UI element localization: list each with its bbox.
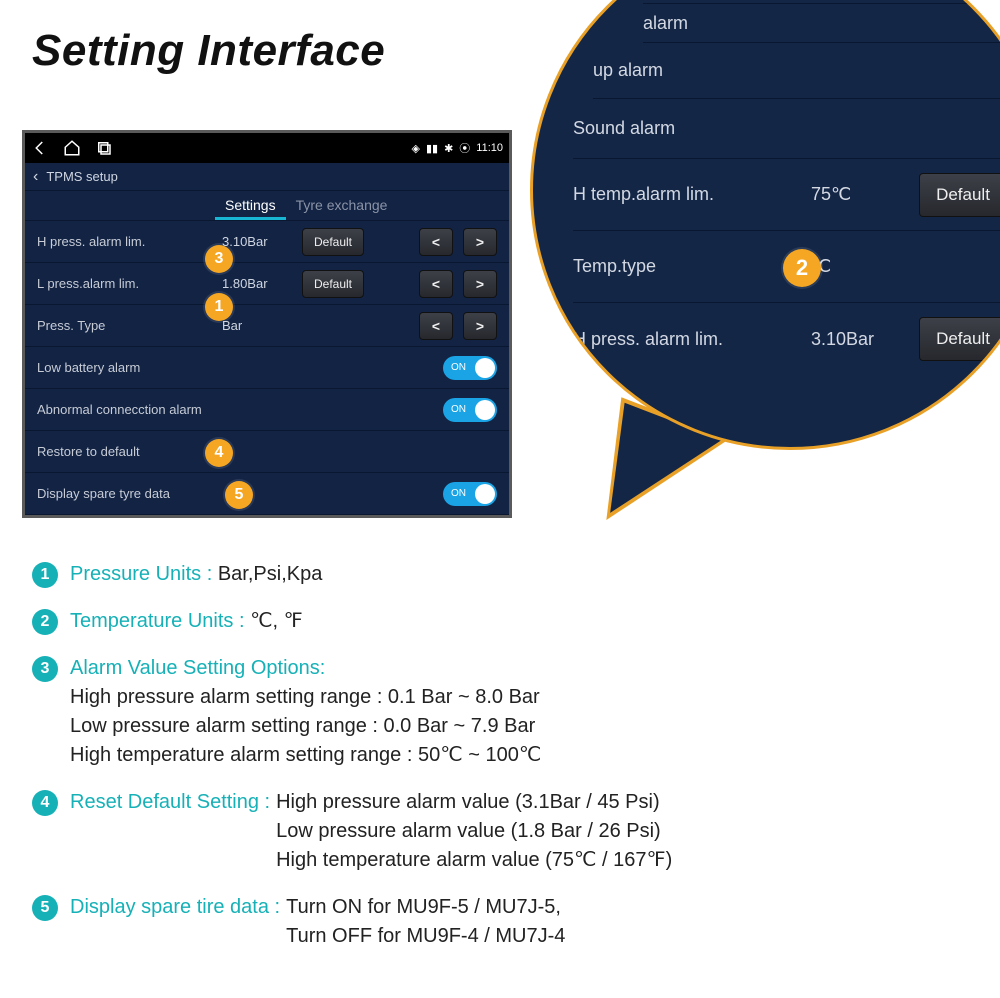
legend-line: High temperature alarm value (75℃ / 167℉… [276,846,672,875]
row-h-pressure: H press. alarm lim. 3.10Bar Default < > … [25,221,509,263]
zoom-bubble: alarm up alarm Sound alarm H temp.alarm … [530,0,1000,450]
bubble-row-htemp: H temp.alarm lim. 75℃ Default [573,159,1000,231]
legend-head: Display spare tire data : [70,893,280,951]
wifi-icon: ◈ [411,142,419,155]
row-value: Bar [222,318,292,333]
legend-badge-4: 4 [32,790,58,816]
legend-badge-1: 1 [32,562,58,588]
zoom-bubble-wrap: alarm up alarm Sound alarm H temp.alarm … [490,0,1000,520]
row-restore-default[interactable]: Restore to default 4 [25,431,509,473]
legend-line: High temperature alarm setting range : 5… [70,741,541,770]
tab-tyre-exchange[interactable]: Tyre exchange [286,191,398,220]
row-label: alarm [643,13,863,34]
row-value: 1.80Bar [222,276,292,291]
toggle-on[interactable]: ON [443,356,497,380]
row-label: up alarm [593,60,813,81]
device-screenshot: ◈ ▮▮ ✱ ⦿ 11:10 ‹ TPMS setup Settings Tyr… [22,130,512,518]
row-label: Abnormal connecction alarm [37,402,433,417]
legend-line: Low pressure alarm setting range : 0.0 B… [70,712,541,741]
default-button[interactable]: Default [302,270,364,298]
legend-line: Turn OFF for MU9F-4 / MU7J-4 [286,922,565,951]
tab-settings[interactable]: Settings [215,191,286,220]
signal-icon: ▮▮ [426,142,438,155]
toggle-on[interactable]: ON [443,482,497,506]
row-display-spare: Display spare tyre data ON 5 [25,473,509,515]
legend-line: Turn ON for MU9F-5 / MU7J-5, [286,893,565,922]
row-label: Low battery alarm [37,360,433,375]
legend-item-2: 2 Temperature Units : ℃, ℉ [32,607,970,636]
row-label: L press.alarm lim. [37,276,212,291]
legend-body: ℃, ℉ [250,610,303,632]
callout-badge-1: 1 [205,293,233,321]
legend-item-3: 3 Alarm Value Setting Options: High pres… [32,654,970,770]
legend-item-4: 4 Reset Default Setting : High pressure … [32,788,970,875]
row-label: Press. Type [37,318,212,333]
bubble-row-sound: Sound alarm [573,99,1000,159]
legend-item-5: 5 Display spare tire data : Turn ON for … [32,893,970,951]
row-label: Sound alarm [573,118,793,139]
row-abnormal-connection: Abnormal connecction alarm ON [25,389,509,431]
page-title: Setting Interface [32,26,385,76]
legend-head: Alarm Value Setting Options: [70,654,541,683]
bubble-row-frag: alarm [643,3,1000,43]
legend-line: High pressure alarm value (3.1Bar / 45 P… [276,788,672,817]
callout-badge-5: 5 [225,481,253,509]
row-value: 3.10Bar [811,329,901,350]
status-bar: ◈ ▮▮ ✱ ⦿ 11:10 [25,133,509,163]
decrement-button[interactable]: < [419,312,453,340]
legend-line: High pressure alarm setting range : 0.1 … [70,683,541,712]
toggle-on[interactable]: ON [443,398,497,422]
back-icon[interactable] [31,139,49,157]
recent-apps-icon[interactable] [95,139,113,157]
row-value: 3.10Bar [222,234,292,249]
legend-list: 1 Pressure Units : Bar,Psi,Kpa 2 Tempera… [32,560,970,969]
row-label: H temp.alarm lim. [573,184,793,205]
callout-badge-2: 2 [783,249,821,287]
decrement-button[interactable]: < [419,228,453,256]
row-l-pressure: L press.alarm lim. 1.80Bar Default < > [25,263,509,305]
default-button[interactable]: Default [302,228,364,256]
row-value: 75℃ [811,184,901,205]
tab-bar: Settings Tyre exchange [25,191,509,221]
bluetooth-icon: ✱ [444,142,453,155]
legend-badge-2: 2 [32,609,58,635]
legend-item-1: 1 Pressure Units : Bar,Psi,Kpa [32,560,970,589]
row-label: H press. alarm lim. [37,234,212,249]
legend-badge-5: 5 [32,895,58,921]
back-chevron-icon[interactable]: ‹ [33,168,38,186]
row-low-battery: Low battery alarm ON [25,347,509,389]
row-value: ℃ [811,256,901,277]
decrement-button[interactable]: < [419,270,453,298]
screen-subheader: ‹ TPMS setup [25,163,509,191]
bubble-row-temptype: Temp.type ℃ 2 [573,231,1000,303]
legend-head: Temperature Units : [70,610,245,632]
legend-head: Reset Default Setting : [70,788,270,875]
row-label: Restore to default [37,444,497,459]
home-icon[interactable] [63,139,81,157]
legend-body: Bar,Psi,Kpa [218,563,323,585]
row-label: H press. alarm lim. [573,329,793,350]
subheader-title: TPMS setup [46,169,118,184]
row-pressure-type: Press. Type Bar < > 1 [25,305,509,347]
legend-badge-3: 3 [32,656,58,682]
bubble-row-hpress: H press. alarm lim. 3.10Bar Default [573,303,1000,375]
callout-badge-4: 4 [205,439,233,467]
bubble-row-frag2: up alarm [593,43,1000,99]
default-button[interactable]: Default [919,173,1000,217]
legend-head: Pressure Units : [70,563,212,585]
rec-icon: ⦿ [459,140,470,156]
row-label: Temp.type [573,256,793,277]
default-button[interactable]: Default [919,317,1000,361]
legend-line: Low pressure alarm value (1.8 Bar / 26 P… [276,817,672,846]
